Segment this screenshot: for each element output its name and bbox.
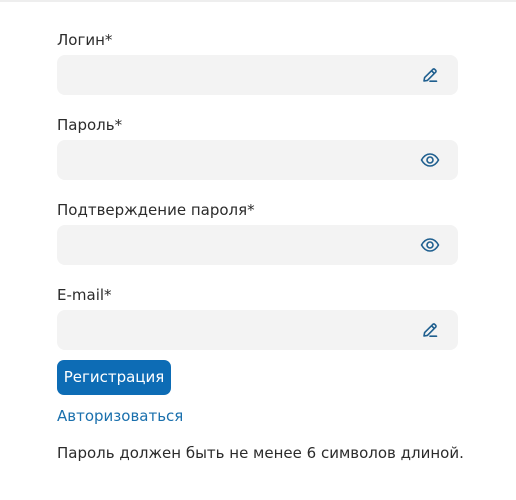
eye-icon[interactable]: [420, 235, 440, 255]
password-confirm-field[interactable]: [57, 225, 458, 265]
password-confirm-input[interactable]: [57, 225, 397, 265]
password-hint: Пароль должен быть не менее 6 символов д…: [57, 444, 464, 462]
email-label: E-mail*: [57, 286, 112, 304]
email-field[interactable]: [57, 310, 458, 350]
email-input[interactable]: [57, 310, 397, 350]
login-field[interactable]: [57, 55, 458, 95]
pencil-icon[interactable]: [420, 65, 440, 85]
register-button[interactable]: Регистрация: [57, 360, 171, 395]
eye-icon[interactable]: [420, 150, 440, 170]
password-label: Пароль*: [57, 116, 123, 134]
top-divider: [0, 0, 516, 2]
password-field[interactable]: [57, 140, 458, 180]
pencil-icon[interactable]: [420, 320, 440, 340]
login-label: Логин*: [57, 31, 113, 49]
password-confirm-label: Подтверждение пароля*: [57, 201, 255, 219]
login-link[interactable]: Авторизоваться: [57, 406, 183, 426]
login-input[interactable]: [57, 55, 397, 95]
password-input[interactable]: [57, 140, 397, 180]
